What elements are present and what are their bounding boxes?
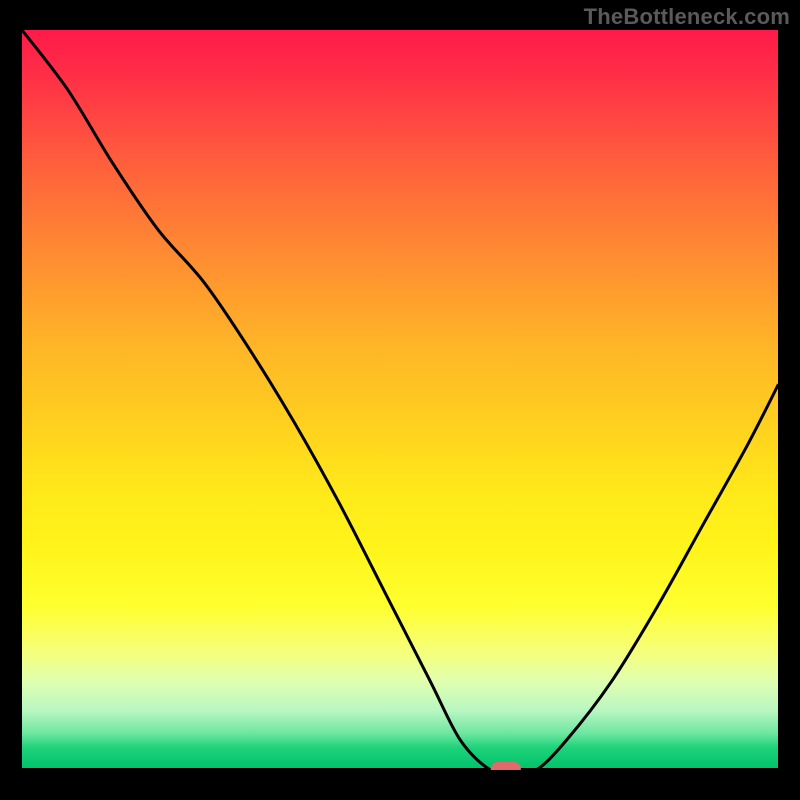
bottleneck-curve [22, 30, 778, 770]
watermark-text: TheBottleneck.com [584, 4, 790, 30]
plot-area [22, 30, 778, 770]
bottleneck-curve-svg [22, 30, 778, 770]
chart-frame: TheBottleneck.com [0, 0, 800, 800]
optimum-marker [491, 762, 521, 770]
